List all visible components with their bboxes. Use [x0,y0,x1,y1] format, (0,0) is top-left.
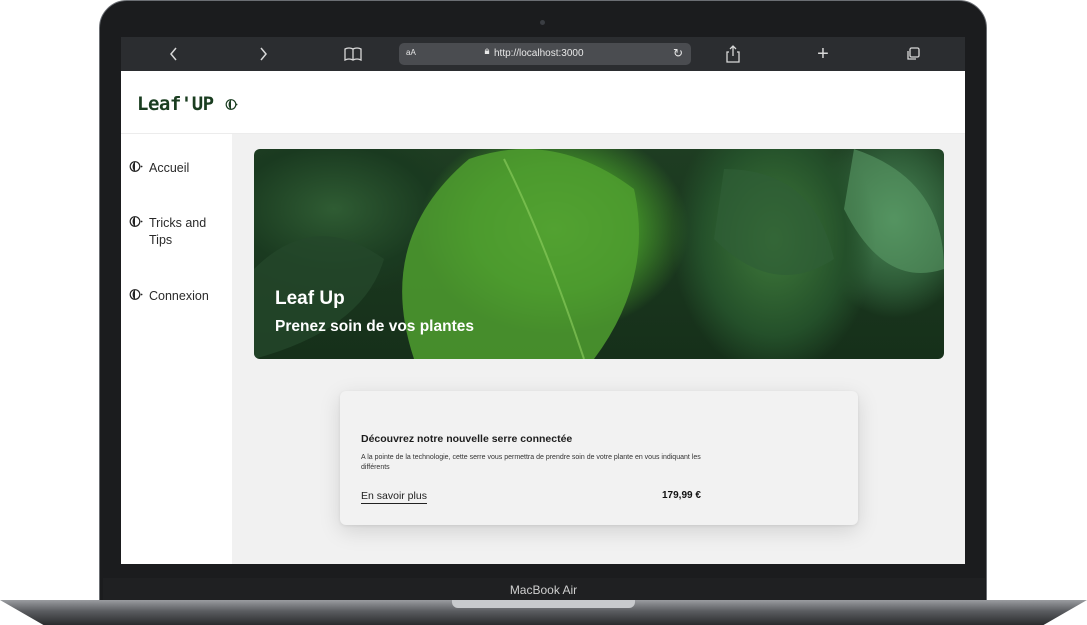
hero-subtitle: Prenez soin de vos plantes [275,318,474,335]
leaf-icon [225,99,238,110]
app-logo[interactable]: Leaf'UP [137,93,238,115]
leaf-icon [129,289,143,300]
browser-screen: aA http://localhost:3000 ↻ + Leaf'UP Acc… [121,37,965,564]
sidebar-item-label: Tricks and Tips [149,216,207,247]
product-price: 179,99 € [662,490,701,501]
page-header [121,71,965,134]
sidebar-item-accueil[interactable]: Accueil [129,160,219,177]
sidebar-item-connexion[interactable]: Connexion [129,288,219,305]
logo-text: Leaf'UP [137,93,214,115]
device-model-label: MacBook Air [509,583,578,597]
sidebar-item-tricks-and-tips[interactable]: Tricks and Tips [129,215,219,249]
sidebar-item-label: Accueil [149,161,190,175]
webcam [540,20,545,25]
browser-toolbar: aA http://localhost:3000 ↻ + [121,37,965,71]
leaf-icon [129,216,143,227]
laptop-hinge-notch [452,600,635,608]
reload-icon[interactable]: ↻ [673,46,683,60]
product-card: Découvrez notre nouvelle serre connectée… [340,391,858,525]
product-description: A la pointe de la technologie, cette ser… [361,454,701,471]
hero-banner: Leaf Up Prenez soin de vos plantes [254,149,944,359]
tabs-icon[interactable] [898,37,928,71]
new-tab-button[interactable]: + [808,37,838,71]
leaf-icon [129,161,143,172]
hero-title: Leaf Up [275,288,345,309]
share-icon[interactable] [718,37,748,71]
url-text[interactable]: http://localhost:3000 [494,48,584,59]
address-bar[interactable]: aA http://localhost:3000 ↻ [399,43,691,65]
chevron-right-icon[interactable] [248,37,278,71]
sidebar-item-label: Connexion [149,289,209,303]
book-icon[interactable] [338,37,368,71]
reader-button[interactable]: aA [406,48,416,57]
main-content: Leaf Up Prenez soin de vos plantes Décou… [232,134,965,564]
product-title: Découvrez notre nouvelle serre connectée [361,433,573,445]
chevron-left-icon[interactable] [159,37,189,71]
learn-more-link[interactable]: En savoir plus [361,490,427,504]
lock-icon [484,48,490,54]
sidebar: Accueil Tricks and Tips Connexion [121,134,232,564]
